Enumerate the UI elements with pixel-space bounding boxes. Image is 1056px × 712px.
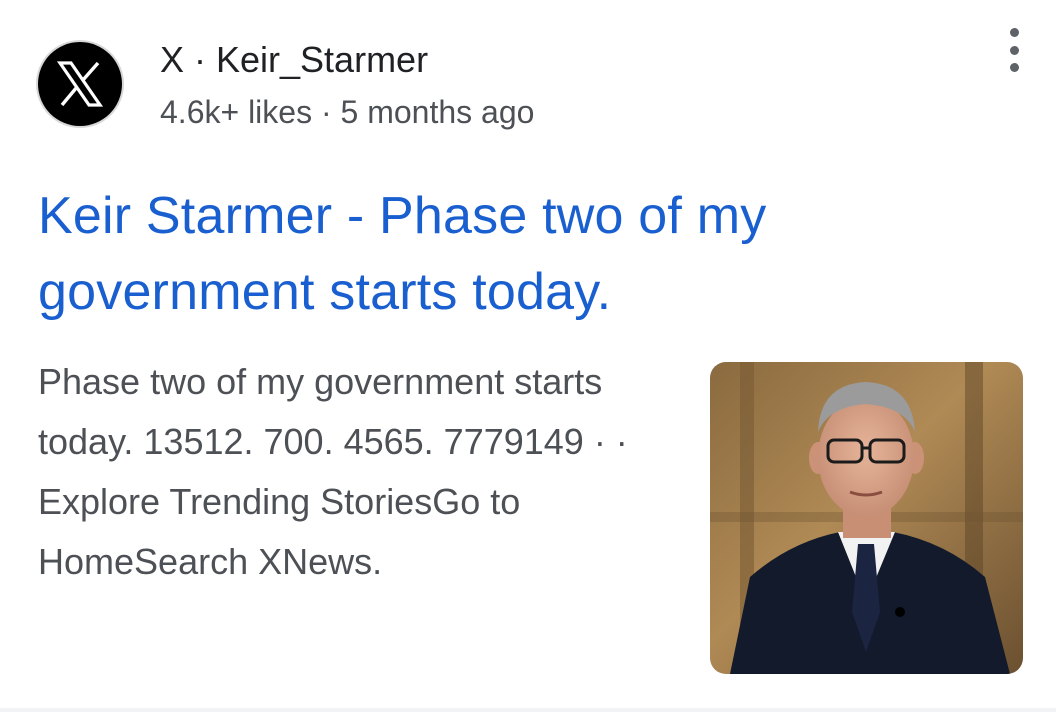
source-text: X · Keir_Starmer 4.6k+ likes · 5 months … (160, 39, 535, 131)
result-snippet: Phase two of my government starts today.… (38, 361, 628, 582)
result-title-link[interactable]: Keir Starmer - Phase two of my governmen… (38, 178, 998, 330)
source-meta: 4.6k+ likes · 5 months ago (160, 94, 535, 130)
result-thumbnail[interactable] (710, 362, 1023, 674)
more-vertical-icon (1009, 28, 1019, 37)
more-vertical-icon-dot-2 (1009, 45, 1019, 55)
source-name: X · Keir_Starmer (160, 39, 429, 80)
bottom-divider (0, 708, 1056, 712)
x-logo-icon (38, 42, 122, 126)
thumbnail-photo-illustration (710, 362, 1023, 674)
source-row[interactable]: X · Keir_Starmer 4.6k+ likes · 5 months … (38, 40, 1018, 130)
more-options-button[interactable] (994, 28, 1034, 72)
more-vertical-icon-dot-3 (1009, 63, 1019, 72)
search-result-card: X · Keir_Starmer 4.6k+ likes · 5 months … (0, 0, 1056, 712)
